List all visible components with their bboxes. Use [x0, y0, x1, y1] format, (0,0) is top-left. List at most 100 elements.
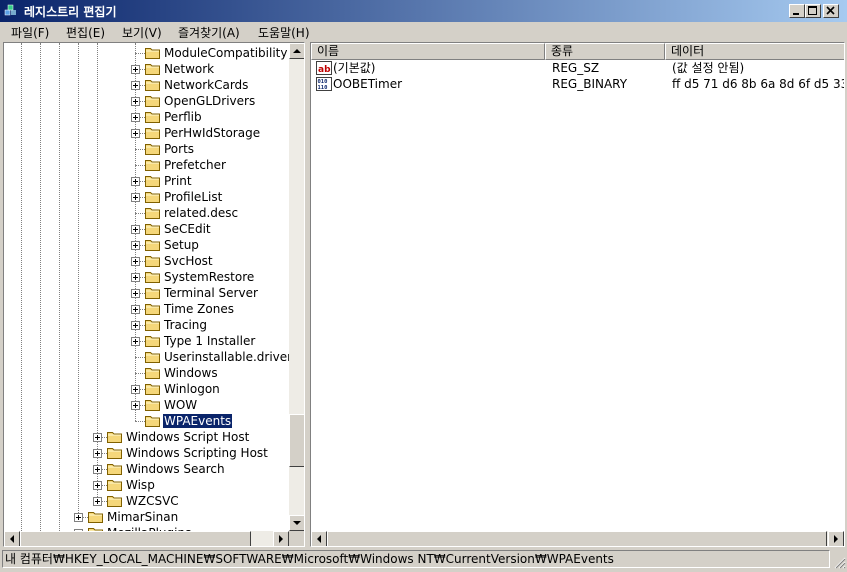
expand-plus-icon[interactable]	[93, 465, 102, 474]
tree-item[interactable]: related.desc	[4, 205, 289, 221]
maximize-button[interactable]	[805, 4, 821, 18]
tree-item-label[interactable]: Userinstallable.drivers	[163, 350, 289, 364]
tree-item[interactable]: WPAEvents	[4, 413, 289, 429]
tree-item[interactable]: SystemRestore	[4, 269, 289, 285]
tree-item-label[interactable]: Windows Script Host	[125, 430, 250, 444]
tree-item-label[interactable]: SystemRestore	[163, 270, 255, 284]
tree-item-label[interactable]: ModuleCompatibility	[163, 46, 288, 60]
tree-item-label[interactable]: SvcHost	[163, 254, 214, 268]
value-row[interactable]: ab (기본값) REG_SZ (값 설정 안됨)	[311, 60, 844, 76]
expand-plus-icon[interactable]	[131, 257, 140, 266]
expand-plus-icon[interactable]	[93, 449, 102, 458]
column-header-type[interactable]: 종류	[545, 43, 665, 60]
list-scroll-left-button[interactable]	[311, 531, 327, 546]
tree-item[interactable]: Windows Scripting Host	[4, 445, 289, 461]
tree-item-label[interactable]: Terminal Server	[163, 286, 259, 300]
tree-item[interactable]: SeCEdit	[4, 221, 289, 237]
tree-item[interactable]: Tracing	[4, 317, 289, 333]
expand-plus-icon[interactable]	[131, 305, 140, 314]
menu-file[interactable]: 파일(F)	[11, 24, 49, 41]
tree-item[interactable]: SvcHost	[4, 253, 289, 269]
expand-plus-icon[interactable]	[131, 177, 140, 186]
tree-item-label[interactable]: WPAEvents	[161, 413, 234, 429]
tree-item-label[interactable]: Ports	[163, 142, 195, 156]
tree-item[interactable]: MimarSinan	[4, 509, 289, 525]
tree-item[interactable]: Userinstallable.drivers	[4, 349, 289, 365]
tree-horizontal-scrollbar[interactable]	[4, 531, 289, 546]
tree-item[interactable]: Wisp	[4, 477, 289, 493]
menu-help[interactable]: 도움말(H)	[258, 24, 310, 41]
tree-item[interactable]: Type 1 Installer	[4, 333, 289, 349]
tree-item-label[interactable]: Windows	[163, 366, 219, 380]
expand-plus-icon[interactable]	[131, 81, 140, 90]
value-row[interactable]: 010 110 OOBETimer REG_BINARY ff d5 71 d6…	[311, 76, 844, 92]
tree-item-label[interactable]: Type 1 Installer	[163, 334, 256, 348]
expand-plus-icon[interactable]	[131, 337, 140, 346]
tree-scroll-thumb[interactable]	[289, 414, 304, 467]
expand-plus-icon[interactable]	[131, 97, 140, 106]
tree-item-label[interactable]: SeCEdit	[163, 222, 212, 236]
tree-item-label[interactable]: ProfileList	[163, 190, 223, 204]
scroll-right-button[interactable]	[273, 531, 289, 546]
tree-item-label[interactable]: Time Zones	[163, 302, 235, 316]
tree-item-label[interactable]: Windows Scripting Host	[125, 446, 269, 460]
expand-plus-icon[interactable]	[93, 433, 102, 442]
tree-item[interactable]: ProfileList	[4, 189, 289, 205]
expand-plus-icon[interactable]	[131, 193, 140, 202]
expand-plus-icon[interactable]	[131, 401, 140, 410]
tree-item-label[interactable]: NetworkCards	[163, 78, 249, 92]
close-button[interactable]	[823, 4, 839, 18]
expand-plus-icon[interactable]	[131, 113, 140, 122]
list-hscroll-thumb[interactable]	[327, 531, 827, 546]
tree-item-label[interactable]: MimarSinan	[106, 510, 179, 524]
resize-grip-icon[interactable]	[833, 556, 846, 569]
tree-item[interactable]: ModuleCompatibility	[4, 45, 289, 61]
minimize-button[interactable]	[789, 4, 805, 18]
expand-plus-icon[interactable]	[131, 129, 140, 138]
tree-item[interactable]: WOW	[4, 397, 289, 413]
expand-plus-icon[interactable]	[93, 481, 102, 490]
scroll-up-button[interactable]	[289, 43, 304, 59]
tree-item-label[interactable]: Winlogon	[163, 382, 221, 396]
tree-item-label[interactable]: PerHwIdStorage	[163, 126, 261, 140]
menu-edit[interactable]: 편집(E)	[66, 24, 105, 41]
expand-plus-icon[interactable]	[131, 321, 140, 330]
tree-item[interactable]: Setup	[4, 237, 289, 253]
tree-item[interactable]: Perflib	[4, 109, 289, 125]
expand-plus-icon[interactable]	[131, 225, 140, 234]
tree-item[interactable]: Time Zones	[4, 301, 289, 317]
tree-item-label[interactable]: Setup	[163, 238, 200, 252]
tree-item[interactable]: Prefetcher	[4, 157, 289, 173]
tree-item[interactable]: PerHwIdStorage	[4, 125, 289, 141]
tree-item[interactable]: Print	[4, 173, 289, 189]
tree-item-label[interactable]: WOW	[163, 398, 198, 412]
column-header-data[interactable]: 데이터	[665, 43, 844, 60]
expand-plus-icon[interactable]	[131, 273, 140, 282]
tree-item[interactable]: Windows	[4, 365, 289, 381]
list-horizontal-scrollbar[interactable]	[311, 531, 844, 546]
tree-item-label[interactable]: Perflib	[163, 110, 203, 124]
expand-plus-icon[interactable]	[74, 513, 83, 522]
tree-vertical-scrollbar[interactable]	[289, 43, 304, 531]
expand-plus-icon[interactable]	[131, 385, 140, 394]
tree-item[interactable]: Network	[4, 61, 289, 77]
menu-view[interactable]: 보기(V)	[122, 24, 162, 41]
scroll-down-button[interactable]	[289, 515, 304, 531]
tree-item-label[interactable]: Wisp	[125, 478, 156, 492]
tree-item-label[interactable]: Windows Search	[125, 462, 226, 476]
expand-plus-icon[interactable]	[93, 497, 102, 506]
tree-hscroll-thumb[interactable]	[20, 531, 251, 546]
tree-item[interactable]: Terminal Server	[4, 285, 289, 301]
expand-plus-icon[interactable]	[131, 241, 140, 250]
tree-item[interactable]: NetworkCards	[4, 77, 289, 93]
tree-item[interactable]: Windows Search	[4, 461, 289, 477]
tree-item-label[interactable]: OpenGLDrivers	[163, 94, 256, 108]
tree-item-label[interactable]: Print	[163, 174, 193, 188]
tree-item-label[interactable]: Prefetcher	[163, 158, 227, 172]
menu-favorites[interactable]: 즐겨찾기(A)	[178, 24, 240, 41]
expand-plus-icon[interactable]	[131, 65, 140, 74]
tree-item[interactable]: WZCSVC	[4, 493, 289, 509]
scroll-left-button[interactable]	[4, 531, 20, 546]
tree-item-label[interactable]: Network	[163, 62, 215, 76]
tree-item[interactable]: Ports	[4, 141, 289, 157]
